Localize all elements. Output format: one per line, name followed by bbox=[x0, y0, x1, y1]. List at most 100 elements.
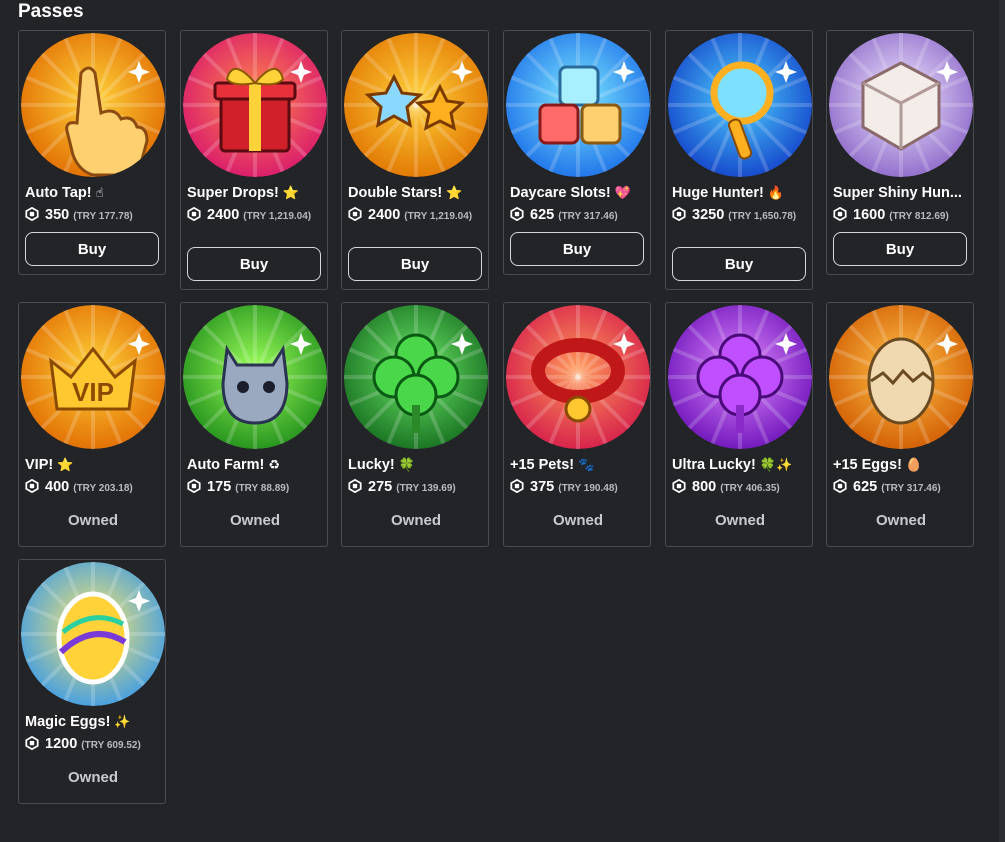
pass-name[interactable]: Ultra Lucky! 🍀✨ bbox=[672, 457, 812, 473]
robux-amount: 1200 bbox=[45, 736, 78, 752]
local-price: (TRY 812.69) bbox=[889, 211, 949, 222]
scrollbar-track[interactable] bbox=[999, 0, 1005, 842]
pass-name-text: Double Stars! bbox=[348, 185, 443, 201]
pass-name[interactable]: Auto Tap! ☝ bbox=[25, 185, 165, 201]
pass-emoji: ⭐ bbox=[57, 458, 74, 473]
local-price: (TRY 203.18) bbox=[73, 483, 133, 494]
pass-thumbnail[interactable]: VIP bbox=[21, 305, 165, 449]
svg-text:VIP: VIP bbox=[72, 377, 114, 407]
owned-label: Owned bbox=[390, 512, 441, 529]
buy-button[interactable]: Buy bbox=[672, 247, 806, 281]
pass-name-text: +15 Pets! bbox=[510, 457, 575, 473]
robux-icon bbox=[833, 479, 847, 493]
robux-amount: 800 bbox=[692, 479, 717, 495]
pass-thumbnail[interactable] bbox=[183, 305, 327, 449]
pass-card[interactable]: Magic Eggs! ✨ 1200 (TRY 609.52) Owned bbox=[18, 559, 166, 804]
pass-name-text: Daycare Slots! bbox=[510, 185, 611, 201]
pass-emoji: ✨ bbox=[114, 715, 131, 730]
pass-thumbnail[interactable] bbox=[829, 305, 973, 449]
pass-name-text: Auto Farm! bbox=[187, 457, 265, 473]
pass-name[interactable]: Double Stars! ⭐ bbox=[348, 185, 488, 201]
pass-name-text: Super Drops! bbox=[187, 185, 279, 201]
local-price: (TRY 1,219.04) bbox=[404, 211, 473, 222]
pass-price: 275 (TRY 139.69) bbox=[348, 479, 488, 497]
local-price: (TRY 317.46) bbox=[558, 211, 618, 222]
pass-card[interactable]: +15 Pets! 🐾 375 (TRY 190.48) Owned bbox=[503, 302, 651, 547]
pass-emoji: ♻ bbox=[268, 458, 280, 473]
pass-thumbnail[interactable] bbox=[344, 33, 488, 177]
section-title: Passes bbox=[18, 1, 84, 22]
buy-button[interactable]: Buy bbox=[833, 232, 967, 266]
pass-card[interactable]: VIP VIP! ⭐ 400 (TRY 203.18) Owned bbox=[18, 302, 166, 547]
pass-thumbnail[interactable] bbox=[668, 305, 812, 449]
pass-card[interactable]: Ultra Lucky! 🍀✨ 800 (TRY 406.35) Owned bbox=[665, 302, 813, 547]
robux-icon bbox=[510, 479, 524, 493]
pass-card[interactable]: +15 Eggs! 🥚 625 (TRY 317.46) Owned bbox=[826, 302, 974, 547]
pass-name[interactable]: +15 Pets! 🐾 bbox=[510, 457, 650, 473]
local-price: (TRY 139.69) bbox=[396, 483, 456, 494]
robux-amount: 400 bbox=[45, 479, 70, 495]
pass-name[interactable]: Daycare Slots! 💖 bbox=[510, 185, 650, 201]
pass-card[interactable]: Double Stars! ⭐ 2400 (TRY 1,219.04) Buy bbox=[341, 30, 489, 290]
pass-name[interactable]: Magic Eggs! ✨ bbox=[25, 714, 165, 730]
pass-emoji: ⭐ bbox=[446, 186, 463, 201]
buy-button[interactable]: Buy bbox=[187, 247, 321, 281]
pass-name[interactable]: Lucky! 🍀 bbox=[348, 457, 488, 473]
pass-price: 1600 (TRY 812.69) bbox=[833, 207, 973, 225]
buy-button[interactable]: Buy bbox=[25, 232, 159, 266]
buy-button[interactable]: Buy bbox=[348, 247, 482, 281]
buy-button[interactable]: Buy bbox=[510, 232, 644, 266]
pass-thumbnail[interactable] bbox=[21, 33, 165, 177]
robux-amount: 175 bbox=[207, 479, 232, 495]
robux-amount: 350 bbox=[45, 207, 70, 223]
pass-price: 1200 (TRY 609.52) bbox=[25, 736, 165, 754]
local-price: (TRY 406.35) bbox=[720, 483, 780, 494]
pass-card[interactable]: Super Drops! ⭐ 2400 (TRY 1,219.04) Buy bbox=[180, 30, 328, 290]
pass-name[interactable]: VIP! ⭐ bbox=[25, 457, 165, 473]
local-price: (TRY 1,219.04) bbox=[243, 211, 312, 222]
pass-card[interactable]: Auto Tap! ☝ 350 (TRY 177.78) Buy bbox=[18, 30, 166, 275]
robux-icon bbox=[187, 207, 201, 221]
pass-name-text: Huge Hunter! bbox=[672, 185, 764, 201]
pass-emoji: 🔥 bbox=[767, 186, 785, 201]
pass-card[interactable]: Lucky! 🍀 275 (TRY 139.69) Owned bbox=[341, 302, 489, 547]
owned-label: Owned bbox=[714, 512, 765, 529]
pass-name-text: Lucky! bbox=[348, 457, 395, 473]
pass-name-text: VIP! bbox=[25, 457, 54, 473]
pass-card[interactable]: Auto Farm! ♻ 175 (TRY 88.89) Owned bbox=[180, 302, 328, 547]
pass-price: 2400 (TRY 1,219.04) bbox=[187, 207, 327, 225]
pass-thumbnail[interactable] bbox=[344, 305, 488, 449]
robux-icon bbox=[25, 207, 39, 221]
pass-price: 375 (TRY 190.48) bbox=[510, 479, 650, 497]
local-price: (TRY 317.46) bbox=[881, 483, 941, 494]
pass-thumbnail[interactable] bbox=[21, 562, 165, 706]
pass-thumbnail[interactable] bbox=[506, 305, 650, 449]
pass-name[interactable]: Auto Farm! ♻ bbox=[187, 457, 327, 473]
robux-amount: 625 bbox=[853, 479, 878, 495]
pass-name[interactable]: Huge Hunter! 🔥 bbox=[672, 185, 812, 201]
pass-price: 2400 (TRY 1,219.04) bbox=[348, 207, 488, 225]
robux-amount: 275 bbox=[368, 479, 393, 495]
local-price: (TRY 609.52) bbox=[81, 740, 141, 751]
pass-thumbnail[interactable] bbox=[668, 33, 812, 177]
pass-name-text: Ultra Lucky! bbox=[672, 457, 756, 473]
robux-icon bbox=[348, 207, 362, 221]
pass-name[interactable]: +15 Eggs! 🥚 bbox=[833, 457, 973, 473]
pass-thumbnail[interactable] bbox=[506, 33, 650, 177]
robux-amount: 625 bbox=[530, 207, 555, 223]
pass-price: 625 (TRY 317.46) bbox=[833, 479, 973, 497]
robux-icon bbox=[25, 479, 39, 493]
pass-card[interactable]: Huge Hunter! 🔥 3250 (TRY 1,650.78) Buy bbox=[665, 30, 813, 290]
pass-name[interactable]: Super Shiny Hun... bbox=[833, 185, 973, 201]
local-price: (TRY 190.48) bbox=[558, 483, 618, 494]
pass-name-text: Auto Tap! bbox=[25, 185, 92, 201]
pass-card[interactable]: Super Shiny Hun... 1600 (TRY 812.69) Buy bbox=[826, 30, 974, 275]
pass-name[interactable]: Super Drops! ⭐ bbox=[187, 185, 327, 201]
pass-emoji: 🍀 bbox=[398, 458, 415, 473]
pass-card[interactable]: Daycare Slots! 💖 625 (TRY 317.46) Buy bbox=[503, 30, 651, 275]
owned-label: Owned bbox=[875, 512, 926, 529]
pass-thumbnail[interactable] bbox=[183, 33, 327, 177]
pass-price: 800 (TRY 406.35) bbox=[672, 479, 812, 497]
robux-amount: 2400 bbox=[207, 207, 240, 223]
pass-thumbnail[interactable] bbox=[829, 33, 973, 177]
